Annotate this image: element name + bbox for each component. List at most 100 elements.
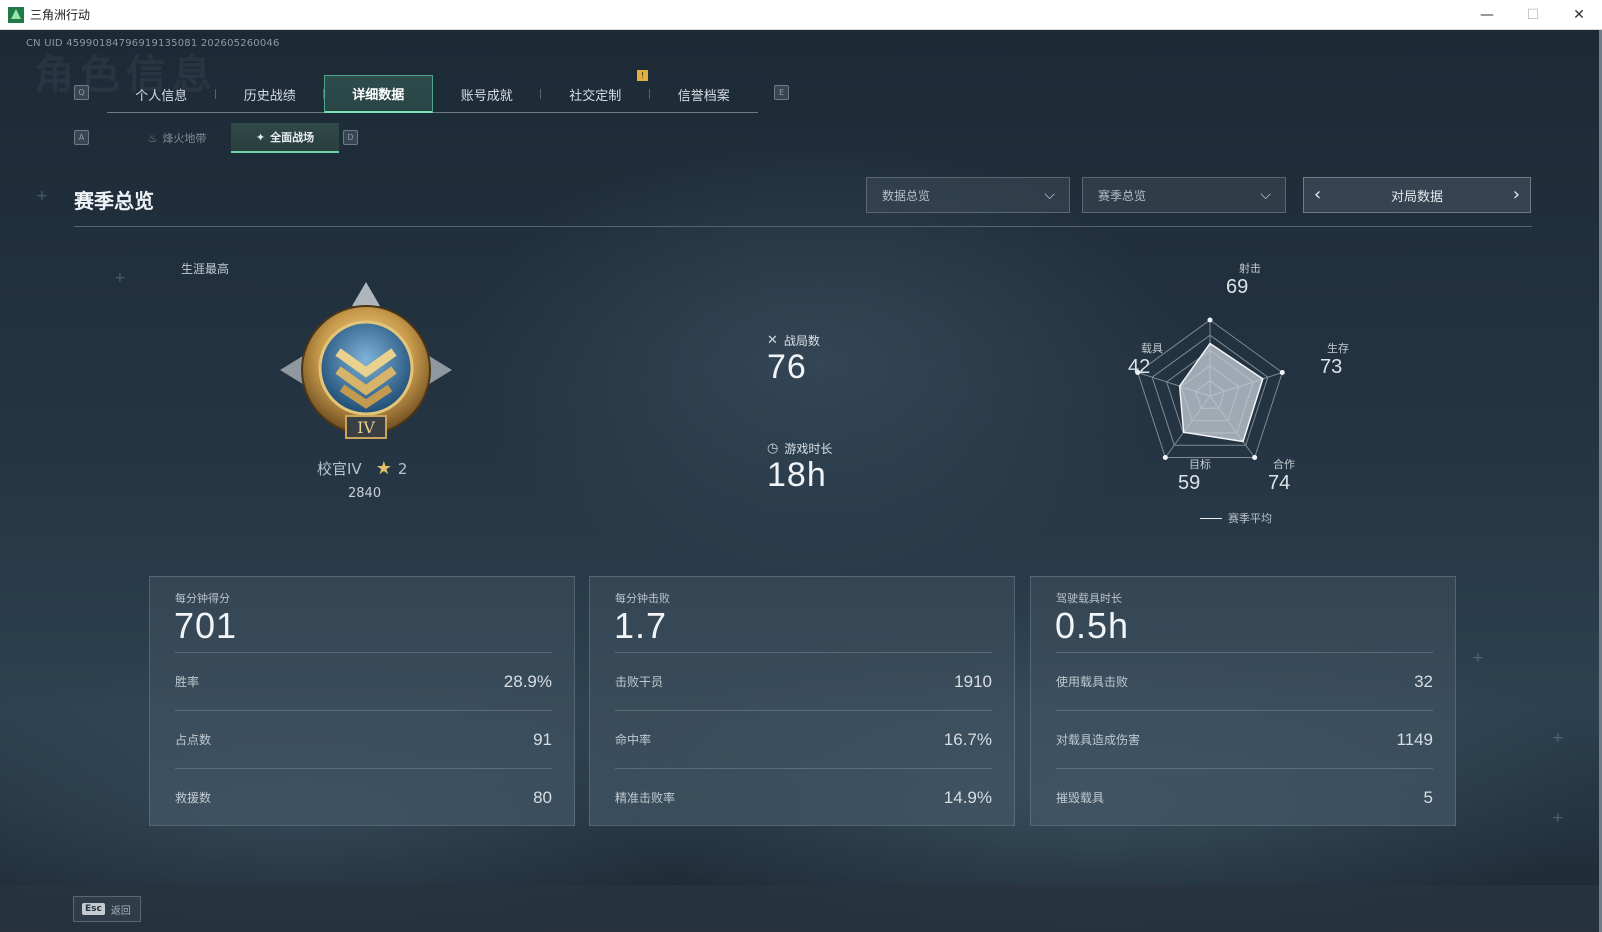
- stat-row: 命中率 16.7%: [615, 710, 992, 768]
- radar-label-shooting: 射击: [1239, 262, 1261, 275]
- stat-key: 击败干员: [615, 675, 664, 689]
- legend-label: 赛季平均: [1228, 512, 1272, 525]
- star-icon: ★: [375, 458, 392, 479]
- tab-label: 详细数据: [352, 88, 405, 103]
- tab-label: 信誉档案: [677, 88, 730, 104]
- chevron-left-icon[interactable]: ‹: [1314, 184, 1321, 205]
- season-dropdown[interactable]: 赛季总览 ⌵: [1082, 177, 1286, 213]
- stat-row: 对载具造成伤害 1149: [1056, 710, 1433, 768]
- main-tabs: 个人信息 历史战绩 详细数据 账号成就 社交定制 信誉档案: [107, 75, 758, 113]
- decor-plus-icon: +: [1552, 730, 1564, 746]
- stat-row: 摧毁载具 5: [1056, 768, 1433, 826]
- stat-card-vehicle: 驾驶载具时长 0.5h 使用载具击败 32 对载具造成伤害 1149 摧毁载具 5: [1030, 576, 1456, 826]
- stat-value: 91: [533, 729, 552, 749]
- stat-key: 对载具造成伤害: [1056, 733, 1141, 747]
- clock-icon: ◷: [767, 441, 779, 456]
- radar-value-survival: 73: [1320, 356, 1343, 378]
- tab-achievements[interactable]: 账号成就: [433, 75, 541, 113]
- stat-row: 占点数 91: [175, 710, 552, 768]
- tab-social[interactable]: 社交定制: [541, 75, 650, 113]
- stat-card-score: 每分钟得分 701 胜率 28.9% 占点数 91 救援数 80: [149, 576, 575, 826]
- stat-key: 摧毁载具: [1056, 791, 1105, 805]
- playtime-label-row: ◷ 游戏时长: [767, 440, 832, 457]
- career-best-label: 生涯最高: [181, 262, 230, 276]
- stat-row: 救援数 80: [175, 768, 552, 826]
- subtab-label: 全面战场: [270, 131, 315, 144]
- radar-vertex-dot: [1279, 370, 1285, 376]
- rank-stars: 2: [397, 459, 408, 478]
- stat-value: 80: [533, 787, 552, 807]
- footer-bar: Esc 返回: [0, 885, 1602, 932]
- stat-key: 救援数: [175, 791, 212, 805]
- rank-name: 校官IV: [317, 460, 362, 478]
- stat-value: 14.9%: [943, 787, 992, 807]
- tab-personal-info[interactable]: 个人信息: [107, 75, 216, 113]
- rank-name-row: 校官IV ★ 2: [317, 458, 407, 479]
- stat-key: 精准击败率: [615, 791, 676, 805]
- subtab-full-battlefield[interactable]: ✦ 全面战场: [231, 123, 339, 153]
- card-head-label: 每分钟得分: [175, 592, 230, 605]
- radar-vertex-dot: [1162, 454, 1168, 460]
- data-type-dropdown[interactable]: 数据总览 ⌵: [866, 177, 1070, 213]
- notification-badge: !: [637, 70, 648, 81]
- stat-row: 胜率 28.9%: [175, 652, 552, 710]
- window-controls: — ☐ ✕: [1464, 0, 1602, 30]
- app-logo-icon: [8, 6, 24, 23]
- section-divider: [74, 226, 1532, 227]
- chevron-down-icon: ⌵: [1044, 187, 1055, 203]
- next-subtab-keyhint[interactable]: D: [343, 130, 358, 145]
- subtab-hazard-zone[interactable]: ♨ 烽火地带: [123, 123, 231, 153]
- card-head-label: 每分钟击败: [615, 592, 670, 605]
- tab-detailed-data[interactable]: 详细数据: [324, 75, 433, 113]
- decor-plus-icon: +: [36, 188, 48, 204]
- radar-value-vehicle: 42: [1128, 356, 1151, 378]
- stat-key: 胜率: [175, 675, 200, 689]
- chevron-down-icon: ⌵: [1260, 187, 1271, 203]
- stat-value: 28.9%: [503, 671, 552, 691]
- prev-subtab-keyhint[interactable]: A: [74, 130, 89, 145]
- radar-label-objective: 目标: [1189, 458, 1211, 471]
- radar-value-cooperation: 74: [1268, 472, 1291, 494]
- matches-label-row: ✕ 战局数: [767, 332, 820, 349]
- window-title: 三角洲行动: [30, 8, 91, 22]
- rank-emblem-icon: IV: [280, 282, 452, 439]
- stat-key: 命中率: [615, 733, 652, 747]
- player-uid: CN UID 45990184796919135081 202605260046: [26, 38, 280, 49]
- subtab-label: 烽火地带: [162, 132, 207, 145]
- back-button[interactable]: Esc 返回: [73, 896, 141, 922]
- stat-card-kills: 每分钟击败 1.7 击败干员 1910 命中率 16.7% 精准击败率 14.9%: [589, 576, 1015, 826]
- card-head-value: 0.5h: [1055, 605, 1130, 646]
- radar-label-vehicle: 载具: [1141, 342, 1163, 355]
- playtime-label: 游戏时长: [784, 442, 833, 456]
- card-head-value: 701: [174, 605, 238, 646]
- crossed-swords-icon: ✕: [767, 333, 778, 348]
- flame-icon: ♨: [147, 131, 158, 145]
- dropdown-value: 赛季总览: [1098, 188, 1147, 203]
- back-label: 返回: [110, 905, 131, 917]
- stat-row: 击败干员 1910: [615, 652, 992, 710]
- radar-svg: [1135, 317, 1285, 460]
- card-head-label: 驾驶载具时长: [1056, 592, 1122, 605]
- radar-label-survival: 生存: [1327, 342, 1349, 355]
- matches-label: 战局数: [783, 334, 820, 348]
- prev-tab-keyhint[interactable]: Q: [74, 85, 89, 100]
- close-button[interactable]: ✕: [1556, 0, 1602, 30]
- stat-row: 使用载具击败 32: [1056, 652, 1433, 710]
- stat-value: 5: [1423, 787, 1433, 807]
- game-screen: 角色信息 CN UID 45990184796919135081 2026052…: [0, 30, 1602, 932]
- chevron-right-icon[interactable]: ›: [1513, 184, 1520, 205]
- stat-value: 1149: [1396, 729, 1433, 749]
- tab-label: 历史战绩: [243, 88, 296, 104]
- minimize-button[interactable]: —: [1464, 0, 1510, 30]
- maximize-button[interactable]: ☐: [1510, 0, 1556, 30]
- tab-credit-record[interactable]: 信誉档案: [650, 75, 759, 113]
- card-head-value: 1.7: [614, 605, 668, 646]
- radar-value-objective: 59: [1178, 472, 1201, 494]
- radar-value-shooting: 69: [1226, 276, 1249, 298]
- next-tab-keyhint[interactable]: E: [774, 85, 789, 100]
- decor-plus-icon: +: [1472, 650, 1484, 666]
- tab-label: 账号成就: [460, 88, 513, 104]
- ability-radar: 射击 69 生存 73 合作 74 目标 59 载具 42: [1120, 260, 1380, 530]
- rank-score: 2840: [348, 486, 382, 501]
- tab-match-history[interactable]: 历史战绩: [216, 75, 324, 113]
